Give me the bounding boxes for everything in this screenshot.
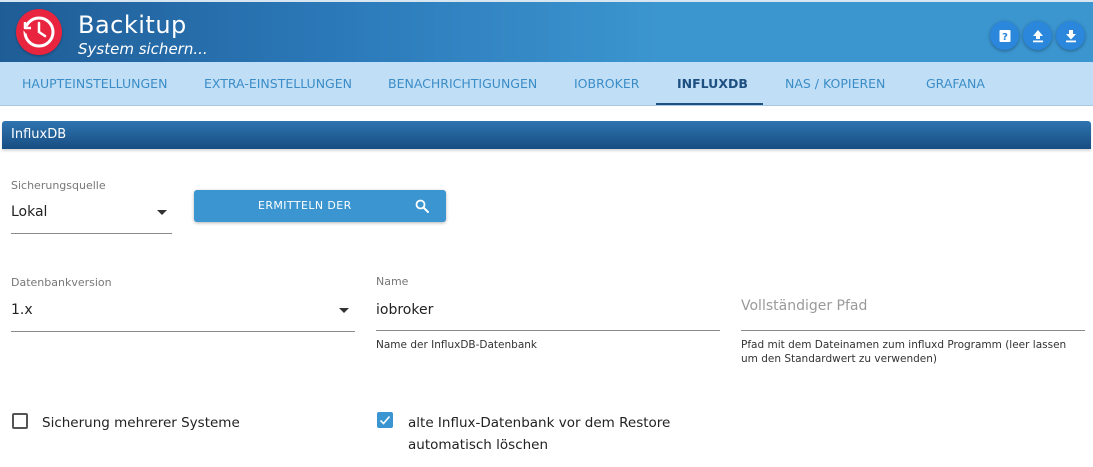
full-path-helper-line1: Pfad mit dem Dateinamen zum influxd Prog… (741, 339, 1067, 351)
tab-haupteinstellungen[interactable]: HAUPTEINSTELLUNGEN (22, 62, 167, 106)
multi-system-checkbox[interactable] (12, 413, 28, 429)
db-name-input[interactable]: iobroker (376, 302, 433, 318)
delete-old-label-line2: automatisch löschen (408, 437, 549, 453)
detect-button[interactable]: ERMITTELN DER (194, 190, 446, 222)
db-name-underline (376, 330, 720, 331)
tab-bar: HAUPTEINSTELLUNGEN EXTRA-EINSTELLUNGEN B… (0, 62, 1093, 106)
multi-system-label: Sicherung mehrerer Systeme (42, 415, 240, 431)
source-underline (11, 233, 172, 234)
tab-extra-einstellungen[interactable]: EXTRA-EINSTELLUNGEN (204, 62, 352, 106)
tab-iobroker[interactable]: IOBROKER (574, 62, 639, 106)
app-subtitle: System sichern... (78, 40, 208, 58)
help-icon: ? (999, 29, 1010, 43)
source-label: Sicherungsquelle (11, 179, 106, 192)
tab-nas-kopieren[interactable]: NAS / KOPIEREN (785, 62, 885, 106)
section-header: InfluxDB (2, 121, 1091, 149)
search-icon (415, 199, 429, 213)
full-path-underline (741, 330, 1085, 331)
active-tab-indicator (656, 103, 763, 105)
delete-old-label-line1: alte Influx-Datenbank vor dem Restore (408, 415, 671, 431)
download-icon (1065, 29, 1076, 42)
db-version-label: Datenbankversion (11, 276, 112, 289)
app-title: Backitup (78, 11, 187, 39)
svg-text:?: ? (1002, 32, 1008, 43)
db-version-underline (11, 331, 355, 332)
db-name-label: Name (376, 275, 409, 288)
db-name-helper: Name der InfluxDB-Datenbank (376, 339, 537, 351)
checkmark-icon (379, 415, 391, 425)
tab-grafana[interactable]: GRAFANA (926, 62, 985, 106)
help-button[interactable]: ? (990, 21, 1019, 50)
section-title: InfluxDB (11, 127, 67, 142)
delete-old-checkbox[interactable] (377, 412, 393, 428)
db-version-select[interactable]: 1.x (11, 302, 33, 318)
upload-button[interactable] (1023, 21, 1052, 50)
detect-button-label: ERMITTELN DER (258, 199, 352, 212)
app-header: Backitup System sichern... ? (0, 0, 1093, 62)
chevron-down-icon[interactable] (157, 210, 167, 215)
upload-icon (1032, 29, 1043, 42)
tab-influxdb[interactable]: INFLUXDB (677, 62, 748, 106)
full-path-input[interactable]: Vollständiger Pfad (741, 298, 867, 314)
source-select[interactable]: Lokal (11, 204, 47, 220)
backup-logo-icon (16, 9, 62, 55)
tab-benachrichtigungen[interactable]: BENACHRICHTIGUNGEN (388, 62, 537, 106)
download-button[interactable] (1056, 21, 1085, 50)
full-path-helper-line2: um den Standardwert zu verwenden) (741, 353, 937, 365)
chevron-down-icon[interactable] (339, 308, 349, 313)
